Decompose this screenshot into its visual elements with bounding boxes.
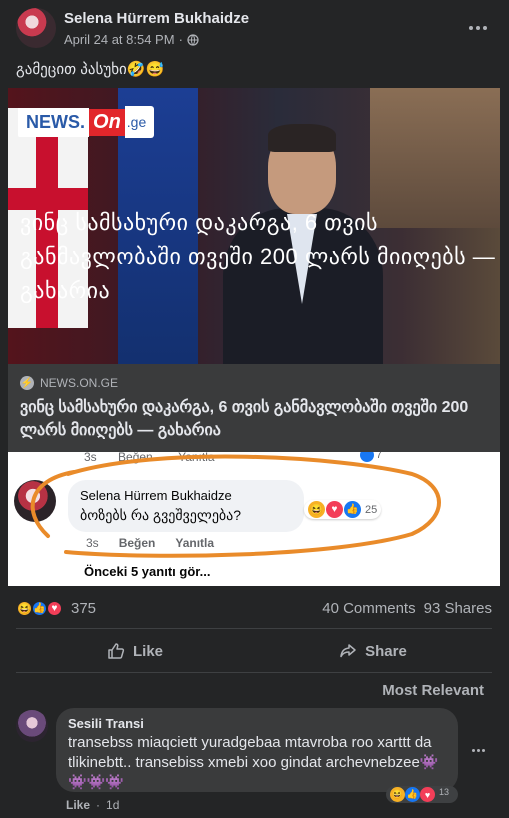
haha-icon: 😆 [390,787,405,802]
embedded-screenshot: 3s Beğen Yanıtla 7 Selena Hürrem Bukhaid… [8,452,500,586]
like-label: Like [132,642,163,660]
comment-text: transebss miaqciett yuradgebaa mtavroba … [68,734,439,791]
embed-reply: Yanıtla [175,536,215,550]
embed-top-like: Beğen [118,452,153,464]
commenter-name[interactable]: Sesili Transi [68,716,446,731]
embed-reactions: 😆 ♥ 👍 25 [304,500,382,519]
logo-on: On [89,108,125,136]
commenter-avatar[interactable] [16,710,48,742]
link-title[interactable]: ვინც სამსახური დაკარგა, 6 თვის განმავლობ… [20,396,488,442]
embed-comment-actions: 3s Beğen Yanıtla [86,536,214,550]
summary-reactions[interactable]: 😆 👍 ♥ 375 [16,597,99,619]
like-icon [360,452,374,462]
comment-bubble: Sesili Transi transebss miaqciett yuradg… [56,708,458,792]
summary-counts: 40 Comments 93 Shares [322,600,492,617]
share-icon [340,644,356,658]
meta-separator: · [178,32,183,47]
like-icon: 👍 [405,787,420,802]
comment-sort-dropdown[interactable]: Most Relevant [382,682,484,699]
embed-avatar [14,480,56,522]
comment-reactions[interactable]: 😆 👍 ♥ 13 [386,786,458,803]
embed-comment-name: Selena Hürrem Bukhaidze [80,488,232,503]
news-image[interactable]: NEWS. On .ge ვინც სამსახური დაკარგა, 6 თ… [8,88,500,364]
divider [16,672,492,673]
link-preview[interactable]: ⚡ NEWS.ON.GE ვინც სამსახური დაკარგა, 6 თ… [8,364,500,452]
logo-ge: .ge [124,106,155,138]
post-text: გამეცით პასუხი🤣😅 [16,61,165,78]
embed-top-count: 7 [376,452,383,461]
share-label: Share [365,642,407,660]
author-avatar[interactable] [16,8,56,48]
like-button[interactable]: Like [16,632,254,670]
logo-news: NEWS. [18,107,90,137]
embed-top-reply: Yanıtla [178,452,215,464]
share-button[interactable]: Share [254,632,492,670]
post-date[interactable]: April 24 at 8:54 PM [64,32,175,47]
comment-like-button[interactable]: Like [66,798,90,812]
post-actions: Like Share [16,632,492,670]
link-domain: NEWS.ON.GE [40,376,119,390]
like-icon: 👍 [344,501,361,518]
embed-time: 3s [86,536,99,550]
haha-icon: 😆 [308,501,325,518]
post-card: Selena Hürrem Bukhaidze April 24 at 8:54… [0,0,509,818]
love-icon: ♥ [46,599,63,617]
post-header: Selena Hürrem Bukhaidze April 24 at 8:54… [16,6,496,52]
comment-actions: Like · 1d [66,798,119,812]
reaction-count[interactable]: 375 [69,597,99,619]
comment-time[interactable]: 1d [106,798,119,812]
embed-react-count: 25 [365,503,378,516]
embed-top-actions: 3s Beğen Yanıtla [84,452,215,464]
globe-icon [187,33,199,46]
image-headline: ვინც სამსახური დაკარგა, 6 თვის განმავლობ… [20,210,496,303]
comment-more-icon[interactable] [468,740,488,760]
embed-top-time: 3s [84,452,97,464]
embed-like: Beğen [118,536,156,550]
embed-top-badge: 7 [360,452,382,462]
link-domain-row: ⚡ NEWS.ON.GE [20,376,488,390]
embed-comment-bubble: Selena Hürrem Bukhaidze ბოზებს რა გვეშვე… [68,480,304,532]
comments-count[interactable]: 40 Comments [322,600,415,617]
reactions-summary: 😆 👍 ♥ 375 40 Comments 93 Shares [16,596,492,620]
news-logo: NEWS. On .ge [18,106,155,138]
author-name[interactable]: Selena Hürrem Bukhaidze [64,10,249,27]
shares-count[interactable]: 93 Shares [424,600,492,617]
bolt-icon: ⚡ [20,376,34,390]
more-options-icon[interactable] [464,14,492,42]
comment-time-separator: · [96,798,101,812]
embed-more-replies: Önceki 5 yanıtı gör... [84,564,211,579]
love-icon: ♥ [326,501,343,518]
love-icon: ♥ [420,787,435,802]
embed-comment-text: ბოზებს რა გვეშველება? [80,507,242,523]
divider [16,628,492,629]
like-icon [108,643,125,659]
comment-react-count: 13 [439,787,450,797]
post-meta: April 24 at 8:54 PM · [64,32,199,47]
